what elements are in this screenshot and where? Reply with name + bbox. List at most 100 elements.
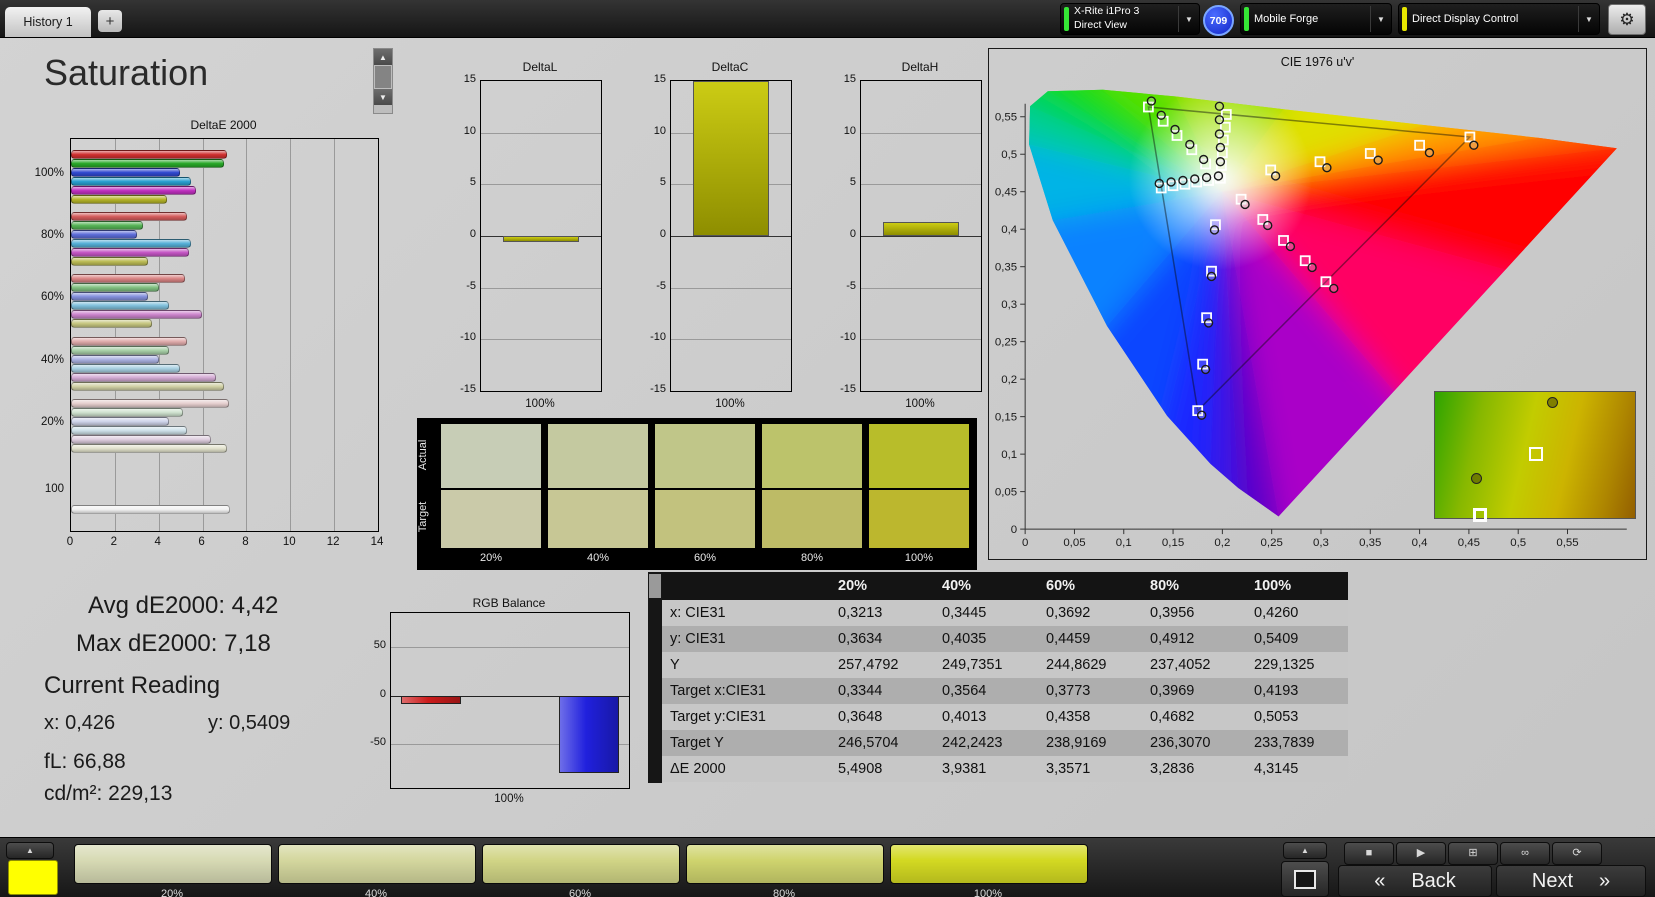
patch-button-60%[interactable] <box>482 844 680 884</box>
loop-button[interactable]: ⟳ <box>1552 842 1602 865</box>
deltae-bar <box>71 221 144 230</box>
measured-marker <box>1322 163 1332 173</box>
cell-value: 236,3070 <box>1150 735 1211 751</box>
deltae-plot <box>70 138 379 532</box>
deltae-bar <box>71 408 183 417</box>
table-row[interactable]: y: CIE31 0,3634 0,4035 0,4459 0,4912 0,5409 <box>662 626 1348 652</box>
deltae-bar <box>71 301 170 310</box>
scrollbar-thumb[interactable] <box>649 574 661 598</box>
column-header: 100% <box>1254 578 1292 594</box>
up-arrow-icon: ▲ <box>26 846 34 855</box>
y-axis-label: 60% <box>40 291 64 303</box>
delta-chart-deltaH: DeltaH 15 10 5 0 -5 -10 -15 100% <box>830 60 982 412</box>
gear-icon: ⚙ <box>1619 9 1635 29</box>
row-label: ΔE 2000 <box>670 761 726 777</box>
cell-value: 0,4459 <box>1046 631 1091 647</box>
add-tab-button[interactable]: + <box>98 10 122 32</box>
y-axis-label: 100% <box>34 167 64 179</box>
tab-history-1[interactable]: History 1 <box>5 7 91 37</box>
patch-button-80%[interactable] <box>686 844 884 884</box>
x-axis-label: 100% <box>494 793 524 805</box>
y-axis-label: 0 <box>659 228 666 240</box>
y-axis-label: 50 <box>373 639 386 652</box>
measured-marker <box>1547 397 1558 409</box>
table-scrollbar[interactable] <box>648 572 662 783</box>
meter-dropdown[interactable]: X-Rite i1Pro 3 Direct View ▼ <box>1060 3 1200 35</box>
deltae-bar <box>71 435 212 444</box>
play-icon: ▶ <box>1416 847 1426 859</box>
cell-value: 0,4013 <box>942 709 987 725</box>
table-row[interactable]: Target Y 246,5704 242,2423 238,9169 236,3070… <box>662 730 1348 756</box>
delta-plot <box>860 80 982 392</box>
reading-x: x: 0,426 <box>44 712 116 734</box>
source-dropdown[interactable]: Mobile Forge ▼ <box>1240 3 1392 35</box>
deltae-bar <box>71 239 192 248</box>
gridline <box>481 184 601 186</box>
continuous-button[interactable]: ∞ <box>1500 842 1550 865</box>
y-axis-label: 80% <box>40 229 64 241</box>
patch-label: 40% <box>364 888 388 897</box>
deltae-bar <box>71 319 152 328</box>
target-marker <box>1314 156 1326 168</box>
patch-label: 100% <box>973 888 1003 897</box>
row-label: x: CIE31 <box>670 605 726 621</box>
table-row[interactable]: Target x:CIE31 0,3344 0,3564 0,3773 0,3969 0,… <box>662 678 1348 704</box>
x-axis-label: 8 <box>242 536 249 548</box>
patterns-icon: ⊞ <box>1468 847 1478 859</box>
table-row[interactable]: ΔE 2000 5,4908 3,9381 3,3571 3,2836 4,3145 <box>662 756 1348 782</box>
col-label: 60% <box>693 552 717 564</box>
scroll-down-icon[interactable]: ▼ <box>374 89 392 105</box>
measured-marker <box>1471 472 1482 484</box>
measured-marker <box>1214 115 1225 125</box>
reading-cdm2: cd/m²: 229,13 <box>44 782 173 805</box>
deltae-bar <box>71 195 168 204</box>
column-header: 20% <box>838 578 868 594</box>
scrollbar-thumb[interactable] <box>375 66 391 88</box>
cell-value: 3,3571 <box>1046 761 1091 777</box>
next-button[interactable]: Next » <box>1496 865 1646 897</box>
patch-button-100%[interactable] <box>890 844 1088 884</box>
deltae-bar <box>71 310 203 319</box>
display-control-label: Direct Display Control <box>1412 12 1519 25</box>
pane-scrollbar[interactable]: ▲ ▼ <box>373 48 393 114</box>
table-row[interactable]: Target y:CIE31 0,3648 0,4013 0,4358 0,4682 0,… <box>662 704 1348 730</box>
source-label: Mobile Forge <box>1254 12 1319 25</box>
y-axis-label: 0,5 <box>1001 149 1017 161</box>
measured-marker <box>1285 241 1296 252</box>
table-row[interactable]: x: CIE31 0,3213 0,3445 0,3692 0,3956 0,4260 <box>662 600 1348 626</box>
row-label: y: CIE31 <box>670 631 726 647</box>
deltae-bar <box>71 355 159 364</box>
y-axis-label: 0,3 <box>1001 299 1017 311</box>
back-button[interactable]: « Back <box>1338 865 1492 897</box>
scroll-up-icon[interactable]: ▲ <box>374 49 392 65</box>
expand-right-panel-button[interactable]: ▲ <box>1283 842 1327 859</box>
expand-left-panel-button[interactable]: ▲ <box>6 842 54 859</box>
current-patch-color-button[interactable] <box>8 860 58 895</box>
deltae-bar <box>71 283 159 292</box>
actual-swatch <box>441 424 541 488</box>
measured-marker <box>1196 410 1207 420</box>
pattern-window-button[interactable] <box>1281 861 1329 897</box>
patch-button-40%[interactable] <box>278 844 476 884</box>
colorspace-badge[interactable]: 709 <box>1203 5 1234 36</box>
settings-button[interactable]: ⚙ <box>1608 4 1646 35</box>
chart-title: DeltaC <box>711 60 749 74</box>
y-axis-label: 15 <box>653 73 666 85</box>
measured-marker <box>1214 101 1225 111</box>
deltae-bar <box>71 373 216 382</box>
loop-icon: ⟳ <box>1572 847 1582 859</box>
patch-button-20%[interactable] <box>74 844 272 884</box>
cell-value: 0,3344 <box>838 683 883 699</box>
actual-swatch <box>548 424 648 488</box>
cell-value: 0,5409 <box>1254 631 1299 647</box>
cell-value: 0,5053 <box>1254 709 1299 725</box>
cell-value: 229,1325 <box>1254 657 1315 673</box>
cell-value: 0,3445 <box>942 605 987 621</box>
play-button[interactable]: ▶ <box>1396 842 1446 865</box>
stop-button[interactable]: ■ <box>1344 842 1394 865</box>
display-control-dropdown[interactable]: Direct Display Control ▼ <box>1398 3 1600 35</box>
measured-marker <box>1209 225 1220 235</box>
patterns-button[interactable]: ⊞ <box>1448 842 1498 865</box>
y-axis-label: 0,15 <box>995 412 1017 424</box>
table-row[interactable]: Y 257,4792 249,7351 244,8629 237,4052 229,132… <box>662 652 1348 678</box>
